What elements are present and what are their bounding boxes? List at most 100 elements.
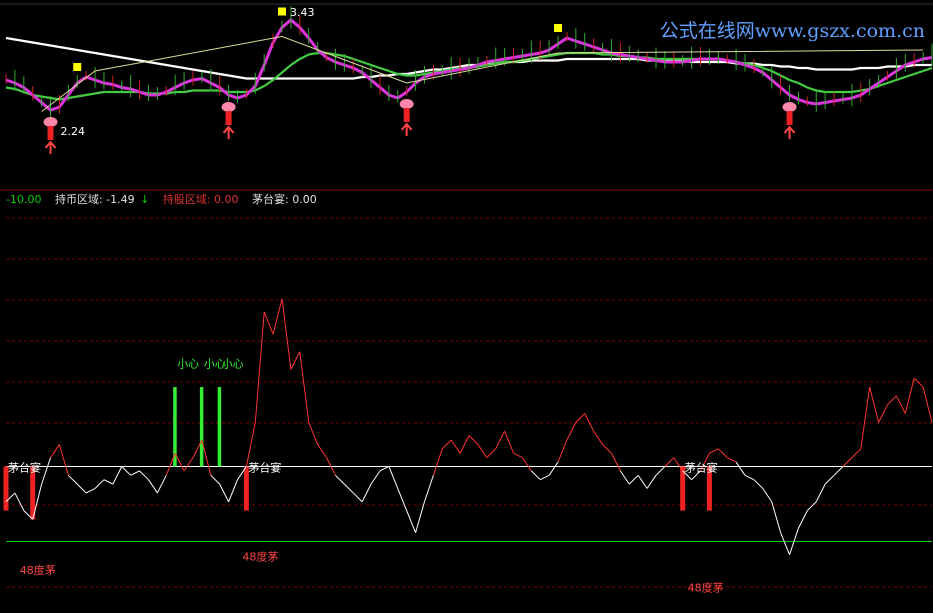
low-label: 2.24	[61, 125, 85, 138]
indicator-segment	[869, 386, 880, 423]
indicator-segment	[388, 466, 399, 489]
indicator-segment	[575, 413, 586, 423]
sell-marker	[554, 24, 563, 32]
indicator-segment	[254, 312, 265, 423]
indicator-segment	[112, 466, 123, 485]
chart-canvas: 3.432.24 小心 小心小心茅台宴 茅台宴 茅台宴48度茅48度茅48度茅	[0, 3, 933, 595]
indicator-segment	[824, 474, 835, 485]
indicator-segment	[121, 466, 132, 476]
indicator-segment	[397, 488, 408, 511]
indicator-segment	[317, 444, 327, 458]
indicator-segment	[637, 475, 648, 489]
indicator-segment	[540, 474, 550, 481]
buy-marker-blob	[221, 102, 236, 112]
indicator-segment	[50, 444, 60, 458]
indicator-segment	[459, 435, 470, 454]
indicator-segment	[504, 430, 514, 454]
buy-arrow	[222, 125, 235, 139]
buy-marker-bar	[403, 108, 410, 122]
buy-marker-bar	[786, 111, 793, 125]
indicator-segment	[361, 483, 372, 502]
du48-label: 48度茅	[242, 550, 278, 564]
signal-bar-green	[199, 387, 204, 467]
indicator-segment	[922, 386, 933, 423]
indicator-segment	[887, 395, 897, 406]
indicator-segment	[495, 430, 506, 450]
sell-marker	[73, 63, 82, 71]
indicator-segment	[655, 466, 666, 476]
indicator-segment	[895, 395, 906, 414]
indicator-segment	[522, 457, 532, 472]
indicator-segment	[842, 457, 853, 467]
indicator-panel: 小心 小心小心茅台宴 茅台宴 茅台宴48度茅48度茅48度茅	[3, 298, 933, 595]
indicator-segment	[557, 439, 568, 463]
indicator-segment	[602, 444, 612, 454]
indicator-segment	[619, 470, 630, 485]
indicator-segment	[735, 461, 746, 476]
caution-label: 小心	[177, 357, 199, 370]
du48-label: 48度茅	[688, 581, 724, 595]
sell-marker	[278, 7, 287, 16]
indicator-segment	[628, 474, 639, 485]
indicator-segment	[717, 448, 728, 459]
indicator-segment	[183, 457, 194, 472]
indicator-segment	[245, 422, 256, 467]
indicator-segment	[308, 422, 319, 445]
indicator-segment	[76, 483, 87, 494]
buy-marker-blob	[782, 102, 797, 112]
indicator-segment	[103, 479, 114, 485]
indicator-segment	[780, 532, 791, 555]
indicator-segment	[130, 470, 140, 476]
buy-arrow	[400, 122, 413, 136]
indicator-segment	[379, 466, 390, 472]
indicator-segment	[370, 470, 381, 485]
indicator-segment	[806, 501, 817, 511]
indicator-segment	[797, 510, 808, 529]
indicator-segment	[148, 479, 158, 494]
maotaiyan-label: 茅台宴	[248, 460, 281, 474]
indicator-segment	[548, 461, 559, 476]
indicator-segment	[468, 435, 479, 445]
indicator-segment	[771, 501, 782, 533]
indicator-segment	[530, 470, 541, 481]
indicator-segment	[85, 488, 96, 494]
indicator-segment	[441, 439, 452, 450]
indicator-segment	[432, 448, 443, 476]
buy-arrow	[783, 125, 796, 139]
indicator-segment	[156, 475, 167, 494]
indicator-segment	[744, 474, 755, 481]
price-panel: 3.43 2.24	[5, 6, 933, 154]
indicator-segment	[664, 457, 675, 467]
indicator-segment	[58, 444, 69, 476]
indicator-segment	[415, 501, 425, 533]
signal-bar-green	[217, 387, 222, 467]
indicator-segment	[272, 298, 283, 335]
indicator-segment	[726, 457, 737, 463]
buy-marker-blob	[399, 99, 414, 109]
stock-chart: 公式在线网www.gszx.com.cn -10.00 持币区域: -1.49 …	[0, 0, 933, 613]
indicator-segment	[611, 453, 621, 472]
buy-arrow	[44, 140, 57, 154]
indicator-segment	[673, 457, 684, 472]
indicator-segment	[762, 488, 773, 503]
indicator-segment	[833, 466, 844, 476]
indicator-segment	[67, 474, 78, 485]
indicator-segment	[424, 475, 434, 502]
indicator-segment	[860, 386, 871, 449]
indicator-segment	[913, 377, 924, 388]
buy-marker-bar	[225, 111, 232, 125]
indicator-segment	[513, 452, 523, 459]
indicator-segment	[815, 483, 826, 502]
caution-label: 小心	[222, 357, 244, 370]
buy-marker-bar	[47, 126, 54, 140]
indicator-segment	[593, 430, 603, 445]
indicator-segment	[486, 448, 497, 459]
high-label: 3.43	[290, 6, 315, 19]
indicator-segment	[709, 448, 719, 454]
indicator-segment	[139, 470, 149, 481]
buy-marker-blob	[43, 117, 58, 127]
du48-label: 48度茅	[20, 563, 56, 577]
indicator-segment	[904, 378, 915, 414]
maotaiyan-label: 茅台宴	[685, 460, 718, 474]
indicator-segment	[878, 404, 888, 423]
